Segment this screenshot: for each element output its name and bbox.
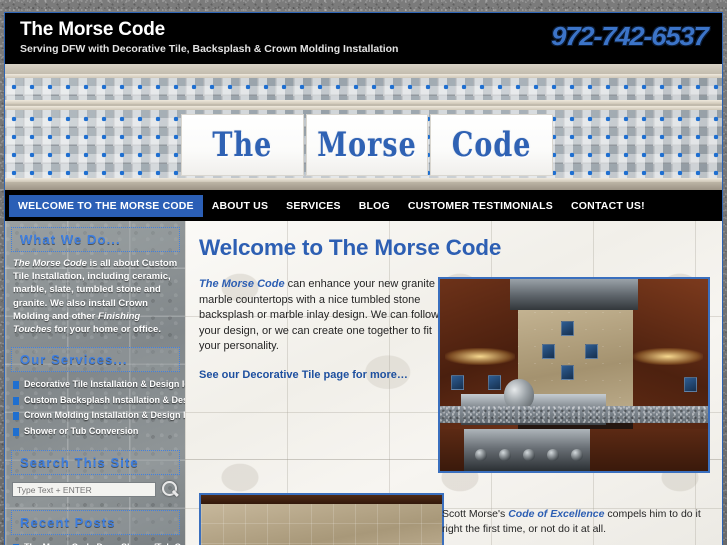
main-content: Welcome to The Morse Code The Morse Code…	[185, 221, 722, 545]
service-link-decorative-tile[interactable]: Decorative Tile Installation & Design Id…	[11, 377, 185, 393]
widget-what-we-do-header: What We Do...	[11, 227, 180, 252]
widget-our-services-title: Our Services...	[20, 352, 128, 368]
widget-recent-posts: Recent Posts The Morse Code Does Shower/…	[11, 510, 185, 545]
site-header: The Morse Code Serving DFW with Decorati…	[4, 12, 723, 64]
what-we-do-text-b: for your home or office.	[51, 324, 161, 336]
mosaic-band-top	[5, 78, 722, 100]
search-row	[11, 480, 180, 499]
widget-what-we-do-title: What We Do...	[20, 232, 121, 247]
mosaic-edge-b	[5, 100, 722, 104]
kitchen-backsplash-photo[interactable]	[438, 277, 710, 473]
service-link-crown-molding[interactable]: Crown Molding Installation & Design Idea…	[11, 408, 185, 424]
page-title: Welcome to The Morse Code	[199, 235, 502, 260]
photo-under-cabinet-light-right	[632, 348, 703, 366]
phone-number[interactable]: 972-742-6537	[552, 21, 710, 52]
widget-search-header: Search This Site	[11, 450, 180, 476]
logo-tile-the-text: The	[212, 125, 273, 165]
widget-recent-posts-title: Recent Posts	[20, 515, 116, 531]
photo-range-hood	[509, 279, 639, 310]
nav-item-customer-testimonials[interactable]: CUSTOMER TESTIMONIALS	[399, 195, 562, 217]
sidebar: What We Do... The Morse Code is all abou…	[5, 221, 185, 545]
widget-what-we-do-body: The Morse Code is all about Custom Tile …	[11, 257, 180, 336]
site-tagline: Serving DFW with Decorative Tile, Backsp…	[20, 43, 399, 55]
marble-strip-bottom	[5, 182, 722, 190]
page-root: The Morse Code Serving DFW with Decorati…	[0, 0, 727, 545]
search-input[interactable]	[12, 482, 156, 498]
site-title: The Morse Code	[20, 19, 165, 40]
search-icon[interactable]	[160, 480, 179, 499]
code-of-excellence-note: Scott Morse's Code of Excellence compels…	[442, 507, 710, 537]
tile-photo-field	[201, 503, 442, 545]
photo-accent-tile-4	[560, 365, 574, 381]
intro-column: The Morse Code can enhance your new gran…	[199, 277, 451, 381]
photo-accent-tile-5	[450, 375, 464, 390]
logo-tile-code[interactable]: Code	[430, 114, 554, 176]
tile-photo-frame-top	[201, 495, 442, 504]
photo-accent-tile-3	[584, 344, 598, 360]
photo-accent-tile-2	[541, 344, 555, 360]
tile-work-photo[interactable]	[199, 493, 444, 545]
service-link-shower-tub[interactable]: Shower or Tub Conversion	[11, 424, 180, 440]
nav-item-welcome[interactable]: WELCOME TO THE MORSE CODE	[9, 194, 203, 217]
widget-search: Search This Site	[11, 450, 180, 499]
logo-tile-morse-text: Morse	[317, 125, 417, 165]
logo-tile-the[interactable]: The	[181, 114, 304, 176]
body-region: What We Do... The Morse Code is all abou…	[4, 221, 723, 545]
nav-item-contact-us[interactable]: CONTACT US!	[562, 195, 654, 217]
photo-accent-tile-1	[560, 321, 574, 337]
photo-granite-counter	[440, 405, 708, 423]
service-link-custom-backsplash[interactable]: Custom Backsplash Installation & Design …	[11, 393, 185, 409]
photo-under-cabinet-light-left	[445, 348, 516, 366]
widget-search-title: Search This Site	[20, 455, 139, 471]
services-list: Decorative Tile Installation & Design Id…	[11, 377, 185, 440]
widget-what-we-do: What We Do... The Morse Code is all abou…	[11, 227, 180, 336]
intro-paragraph: The Morse Code can enhance your new gran…	[199, 277, 451, 355]
decorative-tile-more-link[interactable]: See our Decorative Tile page for more…	[199, 369, 451, 381]
recent-post-shower-tub[interactable]: The Morse Code Does Shower/Tub Conversio…	[11, 540, 185, 545]
photo-accent-tile-6	[488, 375, 502, 390]
logo-tile-group[interactable]: The Morse Code	[181, 114, 554, 176]
intro-brand-name: The Morse Code	[199, 278, 285, 290]
main-navigation: WELCOME TO THE MORSE CODE ABOUT US SERVI…	[4, 190, 723, 221]
widget-recent-posts-header: Recent Posts	[11, 510, 180, 536]
recent-posts-list: The Morse Code Does Shower/Tub Conversio…	[11, 540, 185, 545]
nav-item-services[interactable]: SERVICES	[277, 195, 350, 217]
nav-item-about-us[interactable]: ABOUT US	[203, 195, 277, 217]
banner-tile-mosaic: The Morse Code	[4, 64, 723, 190]
photo-accent-tile-7	[684, 376, 698, 392]
marble-strip-top	[5, 64, 722, 74]
nav-item-blog[interactable]: BLOG	[350, 195, 399, 217]
logo-tile-code-text: Code	[451, 125, 532, 165]
logo-tile-morse[interactable]: Morse	[305, 114, 429, 176]
widget-our-services: Our Services... Decorative Tile Installa…	[11, 347, 185, 440]
excellence-text-before: Scott Morse's	[442, 508, 509, 520]
brand-block: The Morse Code Serving DFW with Decorati…	[20, 19, 398, 56]
excellence-emphasis: Code of Excellence	[508, 508, 605, 520]
widget-our-services-header: Our Services...	[11, 347, 180, 373]
what-we-do-brand: The Morse Code	[13, 258, 87, 269]
